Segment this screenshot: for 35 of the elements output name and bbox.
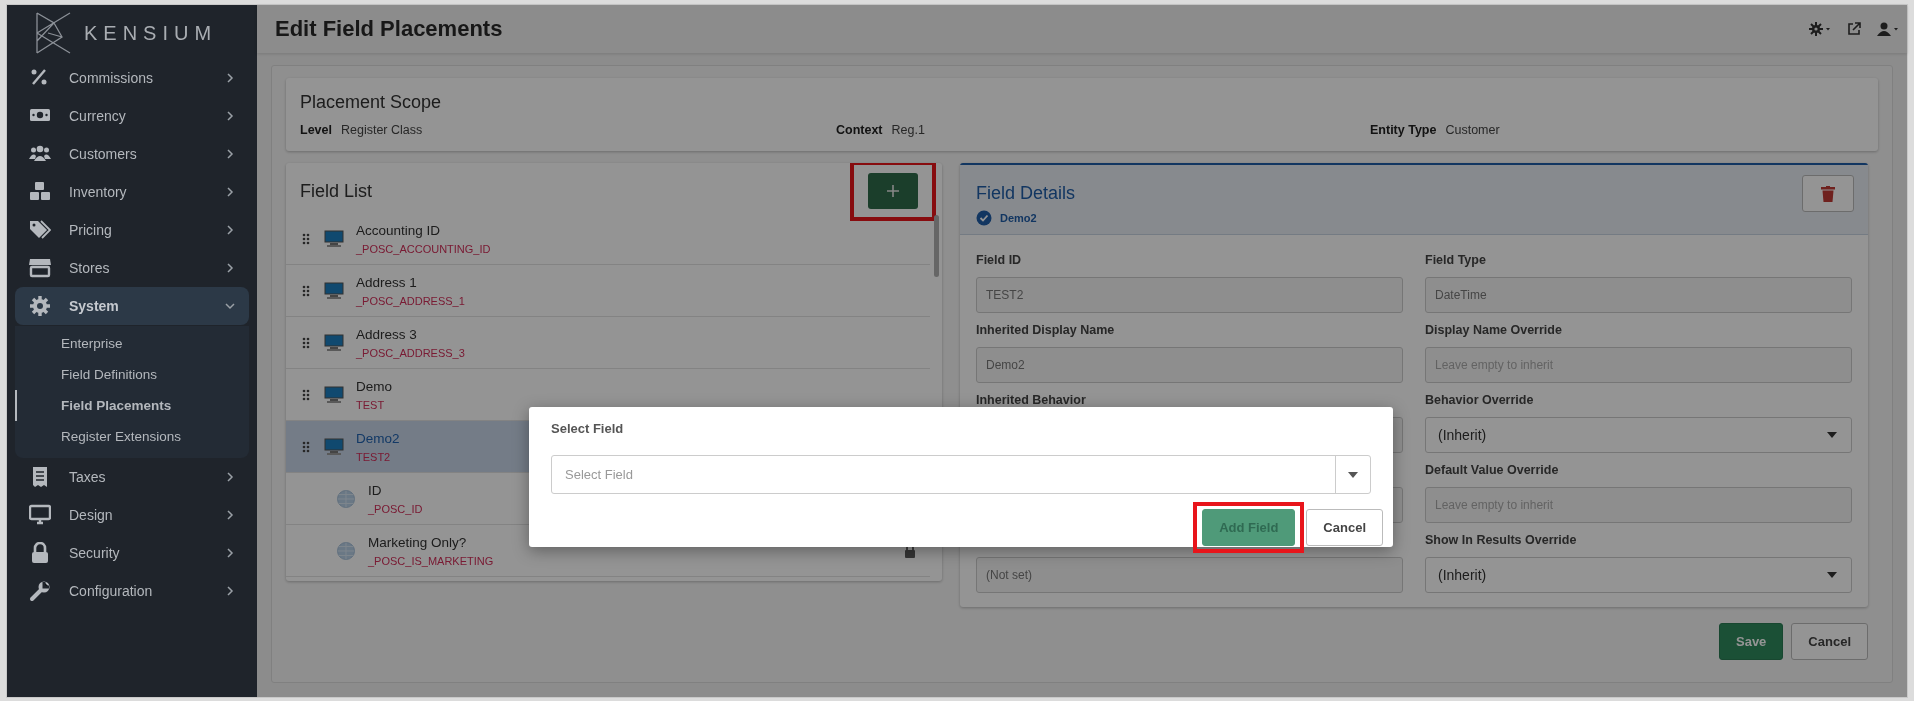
- field-label: Inherited Behavior: [976, 393, 1087, 409]
- field-label: Field ID: [976, 253, 1023, 269]
- field-code: _POSC_ADDRESS_1: [356, 294, 466, 307]
- field-name: ID: [368, 482, 383, 498]
- field-code: _POSC_ACCOUNTING_ID: [356, 242, 492, 255]
- field-label: Display Name Override: [1425, 323, 1563, 339]
- card-title: Field Details: [976, 183, 1076, 204]
- card-title: Placement Scope: [300, 92, 443, 113]
- field-value: Register Class: [340, 123, 423, 137]
- field-value: Customer: [1445, 123, 1500, 137]
- page-title: Edit Field Placements: [275, 16, 503, 42]
- field-label: Inherited Display Name: [976, 323, 1116, 339]
- field-label: Level: [300, 123, 332, 137]
- field-value: Reg.1: [891, 123, 925, 137]
- card-title: Field List: [300, 180, 373, 202]
- field-label: Default Value Override: [1425, 463, 1560, 479]
- field-name: Demo: [356, 378, 393, 394]
- field-code: TEST: [356, 398, 386, 411]
- field-name: Accounting ID: [356, 222, 442, 238]
- field-name: Demo2: [356, 430, 401, 446]
- field-name: Marketing Only?: [368, 534, 468, 550]
- field-name: Address 3: [356, 326, 418, 342]
- field-code: _POSC_ADDRESS_3: [356, 346, 466, 359]
- field-label: Show In Results Override: [1425, 533, 1578, 549]
- logo-text: KENSIUM: [84, 21, 218, 45]
- field-label: Entity Type: [1370, 123, 1437, 137]
- field-code: _POSC_IS_MARKETING: [368, 554, 495, 567]
- modal-title: Select Field: [551, 421, 625, 436]
- selected-field-name: Demo2: [1000, 212, 1037, 224]
- field-code: TEST2: [356, 450, 392, 463]
- field-label: Behavior Override: [1425, 393, 1535, 409]
- field-code: _POSC_ID: [368, 502, 424, 515]
- field-name: Address 1: [356, 274, 418, 290]
- field-label: Field Type: [1425, 253, 1487, 269]
- field-label: Context: [836, 123, 883, 137]
